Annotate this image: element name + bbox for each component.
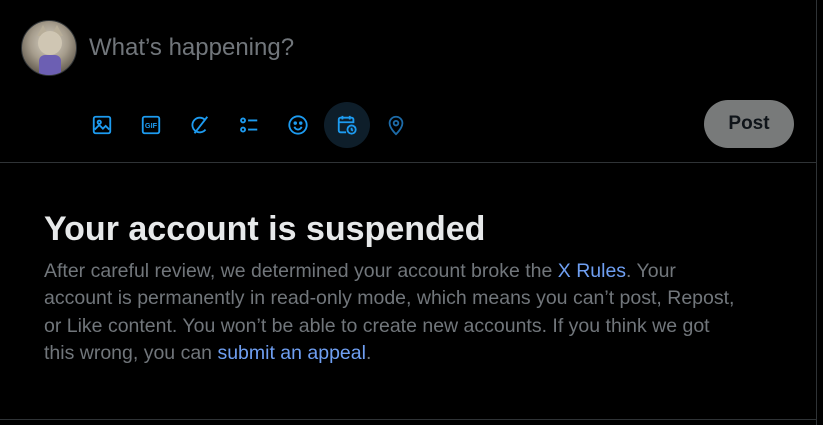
emoji-button[interactable] [275, 102, 321, 148]
location-button[interactable] [373, 102, 419, 148]
suspension-text-3: . [365, 341, 372, 364]
avatar-head [38, 31, 62, 55]
poll-icon [240, 117, 258, 133]
suspension-message: After careful review, we determined your… [44, 258, 744, 367]
suspension-text-1: After careful review, we determined your… [44, 260, 558, 282]
column-border [816, 0, 817, 425]
gif-icon: GIF [141, 115, 161, 135]
avatar[interactable] [21, 20, 77, 76]
schedule-button[interactable] [324, 102, 370, 148]
bottom-divider [0, 419, 816, 420]
gif-icon-label: GIF [145, 121, 158, 130]
location-icon [388, 115, 404, 136]
grok-button[interactable] [177, 102, 223, 148]
post-button[interactable]: Post [704, 100, 794, 148]
x-rules-link[interactable]: X Rules [558, 260, 626, 282]
post-composer: GIF [0, 0, 816, 162]
suspension-notice: Your account is suspended After careful … [44, 208, 744, 367]
image-icon [92, 115, 112, 135]
avatar-shirt [39, 55, 61, 75]
schedule-icon [337, 115, 357, 135]
post-text-input[interactable] [89, 33, 689, 63]
poll-button[interactable] [226, 102, 272, 148]
emoji-icon [288, 115, 308, 135]
page: GIF [0, 0, 823, 425]
submit-appeal-link[interactable]: submit an appeal [217, 342, 366, 364]
composer-toolbar: GIF [79, 100, 422, 150]
gif-button[interactable]: GIF [128, 102, 174, 148]
grok-icon [191, 116, 209, 134]
composer-divider [0, 162, 816, 163]
media-button[interactable] [79, 102, 125, 148]
suspension-title: Your account is suspended [44, 210, 486, 248]
